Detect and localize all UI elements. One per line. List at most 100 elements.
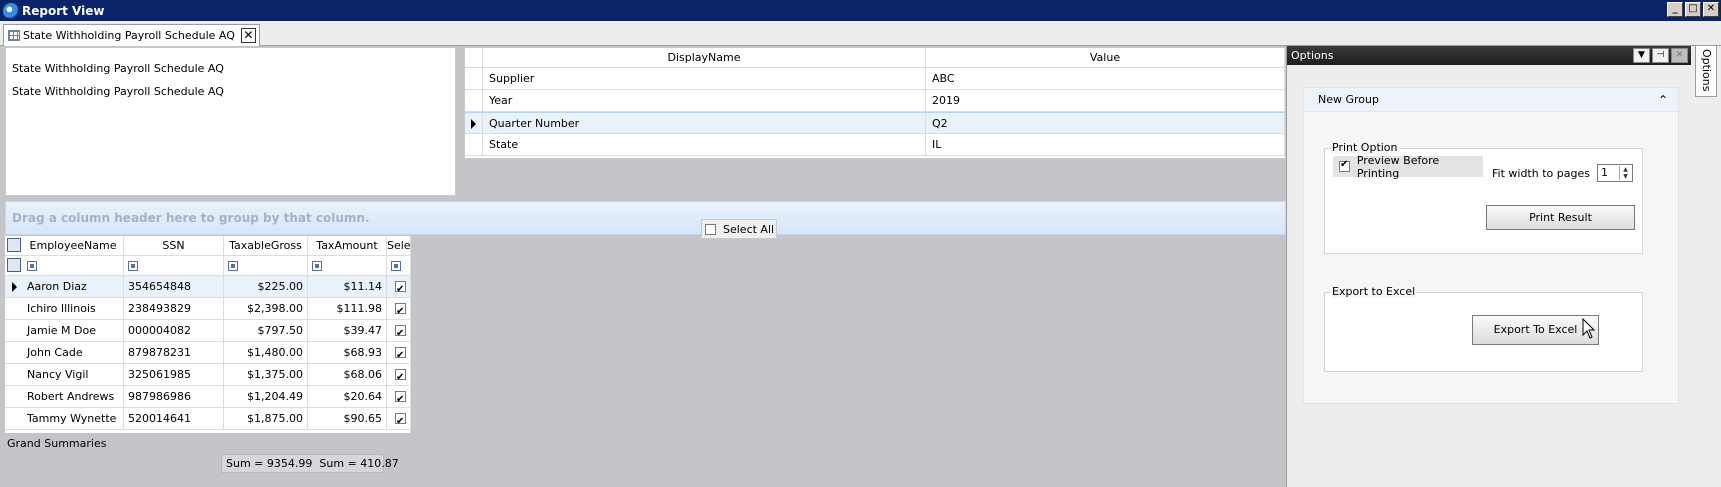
column-chooser-button[interactable] (5, 236, 23, 255)
taxable-gross-cell[interactable]: $225.00 (224, 276, 308, 297)
select-cell[interactable] (387, 276, 411, 297)
clear-filter-button[interactable] (5, 256, 23, 275)
employee-name-cell[interactable]: Robert Andrews (23, 386, 124, 407)
pin-button[interactable]: ⊣ (1652, 48, 1669, 63)
group-by-panel[interactable]: Drag a column header here to group by th… (5, 201, 1286, 235)
ssn-cell[interactable]: 520014641 (124, 408, 224, 429)
filter-icon[interactable] (228, 261, 238, 271)
employee-name-cell[interactable]: John Cade (23, 342, 124, 363)
select-cell[interactable] (387, 364, 411, 385)
print-result-button[interactable]: Print Result (1486, 205, 1635, 230)
panel-dropdown-button[interactable]: ▼ (1633, 48, 1650, 63)
tax-amount-cell[interactable]: $90.65 (308, 408, 387, 429)
ssn-cell[interactable]: 238493829 (124, 298, 224, 319)
row-select-checkbox[interactable] (395, 367, 406, 385)
ssn-cell[interactable]: 325061985 (124, 364, 224, 385)
table-row[interactable]: Aaron Diaz 354654848 $225.00 $11.14 (5, 276, 411, 298)
ssn-cell[interactable]: 354654848 (124, 276, 224, 297)
table-row[interactable]: Nancy Vigil 325061985 $1,375.00 $68.06 (5, 364, 411, 386)
filter-icon[interactable] (128, 261, 138, 271)
column-header-taxamount[interactable]: TaxAmount (308, 236, 387, 255)
tax-amount-cell[interactable]: $11.14 (308, 276, 387, 297)
row-selector[interactable] (465, 113, 483, 133)
close-window-button[interactable]: ✕ (1703, 2, 1719, 17)
tax-amount-cell[interactable]: $111.98 (308, 298, 387, 319)
column-header-value[interactable]: Value (926, 48, 1285, 67)
table-row[interactable]: Tammy Wynette 520014641 $1,875.00 $90.65 (5, 408, 411, 430)
select-cell[interactable] (387, 386, 411, 407)
fit-width-spinner[interactable]: 1 ▲ ▼ (1597, 164, 1633, 182)
new-group-header[interactable]: New Group ⌃ (1304, 88, 1678, 112)
parameter-row[interactable]: Year 2019 (465, 90, 1285, 112)
preview-before-printing-checkbox[interactable]: Preview Before Printing (1333, 154, 1483, 180)
checkbox-icon[interactable] (705, 223, 716, 235)
employee-name-cell[interactable]: Jamie M Doe (23, 320, 124, 341)
filter-icon[interactable] (391, 261, 401, 271)
row-select-checkbox[interactable] (395, 301, 406, 319)
table-row[interactable]: Jamie M Doe 000004082 $797.50 $39.47 (5, 320, 411, 342)
column-header-taxablegross[interactable]: TaxableGross (224, 236, 308, 255)
parameter-row[interactable]: State IL (465, 134, 1285, 156)
employee-name-cell[interactable]: Nancy Vigil (23, 364, 124, 385)
panel-close-button[interactable]: ✕ (1671, 48, 1688, 63)
parameter-row-active[interactable]: Quarter Number Q2 (465, 112, 1285, 134)
param-value[interactable]: ABC (926, 68, 1285, 89)
filter-icon[interactable] (27, 261, 37, 271)
param-value[interactable]: Q2 (926, 113, 1285, 133)
table-row[interactable]: Robert Andrews 987986986 $1,204.49 $20.6… (5, 386, 411, 408)
report-list-item[interactable]: State Withholding Payroll Schedule AQ (12, 80, 449, 103)
export-to-excel-button[interactable]: Export To Excel (1472, 315, 1599, 345)
row-selector[interactable] (5, 298, 23, 319)
row-select-checkbox[interactable] (395, 279, 406, 297)
filter-icon[interactable] (312, 261, 322, 271)
filter-cell-taxablegross[interactable] (224, 256, 308, 275)
employee-name-cell[interactable]: Ichiro Illinois (23, 298, 124, 319)
tax-amount-cell[interactable]: $68.06 (308, 364, 387, 385)
ssn-cell[interactable]: 987986986 (124, 386, 224, 407)
row-select-checkbox[interactable] (395, 411, 406, 429)
filter-cell-employeename[interactable] (23, 256, 124, 275)
taxable-gross-cell[interactable]: $1,204.49 (224, 386, 308, 407)
row-selector[interactable] (465, 68, 483, 89)
select-cell[interactable] (387, 408, 411, 429)
row-selector[interactable] (5, 408, 23, 429)
options-side-tab[interactable]: Options (1695, 46, 1717, 97)
collapse-chevron-icon[interactable]: ⌃ (1658, 88, 1668, 112)
select-all-checkbox[interactable]: Select All (701, 219, 777, 239)
taxable-gross-cell[interactable]: $2,398.00 (224, 298, 308, 319)
filter-cell-select[interactable] (387, 256, 411, 275)
row-selector[interactable] (5, 386, 23, 407)
close-tab-icon[interactable]: ✕ (240, 28, 256, 43)
ssn-cell[interactable]: 879878231 (124, 342, 224, 363)
fit-width-value[interactable]: 1 (1601, 166, 1608, 179)
taxable-gross-cell[interactable]: $1,480.00 (224, 342, 308, 363)
taxable-gross-cell[interactable]: $797.50 (224, 320, 308, 341)
employee-name-cell[interactable]: Tammy Wynette (23, 408, 124, 429)
minimize-button[interactable]: _ (1667, 2, 1683, 17)
select-cell[interactable] (387, 320, 411, 341)
parameter-row[interactable]: Supplier ABC (465, 68, 1285, 90)
row-selector[interactable] (5, 364, 23, 385)
maximize-button[interactable]: □ (1685, 2, 1701, 17)
filter-cell-taxamount[interactable] (308, 256, 387, 275)
row-select-checkbox[interactable] (395, 323, 406, 341)
checkbox-icon[interactable] (1339, 159, 1350, 172)
param-value[interactable]: 2019 (926, 90, 1285, 111)
tax-amount-cell[interactable]: $20.64 (308, 386, 387, 407)
row-selector[interactable] (465, 90, 483, 111)
param-value[interactable]: IL (926, 134, 1285, 155)
row-selector[interactable] (5, 320, 23, 341)
tax-amount-cell[interactable]: $68.93 (308, 342, 387, 363)
table-row[interactable]: Ichiro Illinois 238493829 $2,398.00 $111… (5, 298, 411, 320)
row-selector[interactable] (5, 342, 23, 363)
select-cell[interactable] (387, 298, 411, 319)
employee-name-cell[interactable]: Aaron Diaz (23, 276, 124, 297)
row-select-checkbox[interactable] (395, 389, 406, 407)
column-header-displayname[interactable]: DisplayName (483, 48, 926, 67)
taxable-gross-cell[interactable]: $1,375.00 (224, 364, 308, 385)
taxable-gross-cell[interactable]: $1,875.00 (224, 408, 308, 429)
tab-state-withholding-report[interactable]: State Withholding Payroll Schedule AQ ✕ (3, 24, 260, 46)
ssn-cell[interactable]: 000004082 (124, 320, 224, 341)
filter-cell-ssn[interactable] (124, 256, 224, 275)
report-list-item[interactable]: State Withholding Payroll Schedule AQ (12, 57, 449, 80)
